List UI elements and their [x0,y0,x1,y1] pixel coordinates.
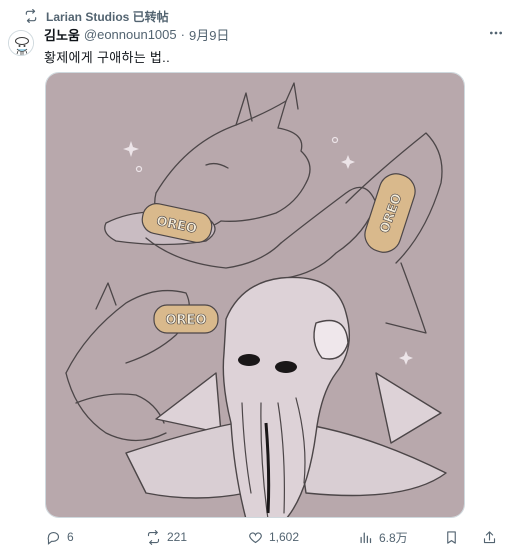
tweet-text: 황제에게 구애하는 법.. [44,50,170,65]
views-icon [360,532,372,543]
bookmark-icon [447,530,456,544]
author-name[interactable]: 김노움 [44,25,80,44]
reply-icon [47,531,59,545]
separator-dot: · [180,27,185,42]
retweet-count: 221 [167,530,188,544]
share-icon [483,530,496,543]
avatar[interactable] [8,30,34,56]
repost-context[interactable]: Larian Studios 已转帖 [24,8,169,24]
retweet-button[interactable]: 221 [146,527,187,547]
views-button[interactable]: 6.8万 [358,527,408,547]
repost-icon [25,9,37,23]
post-date[interactable]: 9月9日 [189,25,229,44]
like-button[interactable]: 1,602 [248,527,299,547]
media-image[interactable]: OREO OREO OREO [45,72,465,518]
like-icon [249,531,262,543]
action-bar: 6 221 1,602 6.8万 [44,527,502,547]
reply-button[interactable]: 6 [46,527,74,547]
views-count: 6.8万 [379,530,408,545]
cookie-label-3: OREO [166,313,207,328]
like-count: 1,602 [269,530,300,544]
illustration: OREO OREO OREO [46,73,464,517]
bookmark-button[interactable] [444,527,465,547]
reply-count: 6 [67,530,74,544]
repost-label: Larian Studios 已转帖 [46,9,169,24]
more-options-button[interactable] [485,24,507,42]
post-header: 김노움 @eonnoun1005 · 9月9日 [44,25,229,44]
share-button[interactable] [482,527,503,547]
retweet-icon [147,529,160,545]
post-card[interactable]: Larian Studios 已转帖 김노움 @eonnoun1005 · 9月… [0,0,517,550]
more-icon [490,31,502,35]
author-handle[interactable]: @eonnoun1005 [84,27,177,42]
